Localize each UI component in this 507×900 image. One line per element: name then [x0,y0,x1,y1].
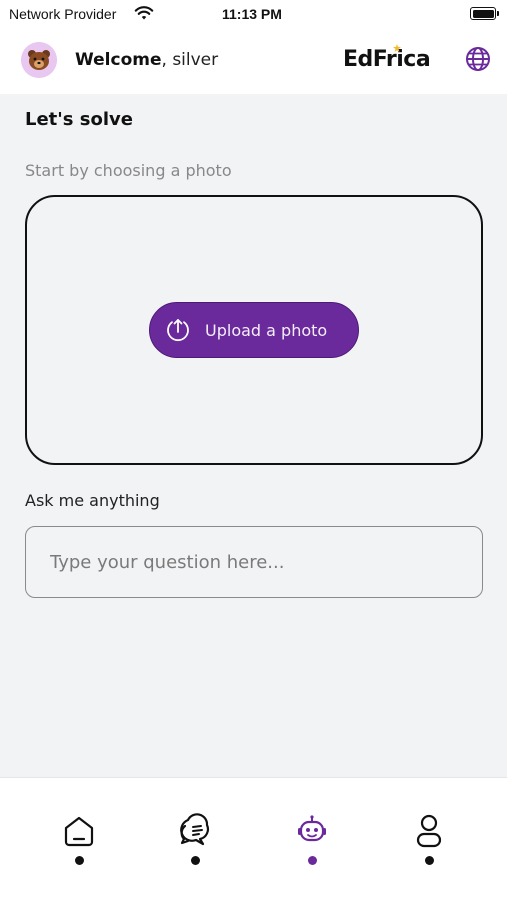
nav-robot-indicator [307,856,317,865]
upload-photo-button[interactable]: Upload a photo [149,302,359,358]
clock: 11:13 PM [222,6,282,22]
nav-home-indicator [74,856,84,865]
battery-icon [470,7,499,20]
welcome-text: Welcome, silver [75,50,218,70]
robot-icon [298,815,326,842]
ask-label: Ask me anything [25,491,160,510]
brand-logo: EdFrica [343,47,431,72]
home-icon [64,816,94,847]
star-icon [393,44,401,52]
bear-avatar-icon [21,42,57,78]
wifi-icon [134,6,154,20]
nav-chat-indicator [190,856,200,865]
page-title: Let's solve [25,109,133,130]
upload-photo-label: Upload a photo [205,320,328,340]
app-header: Welcome, silver EdFrica [0,28,507,94]
question-input[interactable] [25,526,483,598]
globe-icon[interactable] [465,46,491,72]
nav-profile[interactable] [407,812,451,872]
nav-profile-indicator [424,856,434,865]
profile-icon [416,814,442,848]
nav-robot[interactable] [290,812,334,872]
nav-chat[interactable] [173,812,217,872]
welcome-username: , silver [161,50,219,70]
upload-icon [167,319,189,342]
avatar[interactable] [21,42,57,78]
chat-icon [180,813,210,846]
photo-prompt-label: Start by choosing a photo [25,161,232,180]
status-bar: Network Provider 11:13 PM [0,0,507,28]
welcome-greeting: Welcome [75,50,162,70]
nav-home[interactable] [57,812,101,872]
carrier-label: Network Provider [9,6,117,22]
bottom-nav [0,777,507,900]
